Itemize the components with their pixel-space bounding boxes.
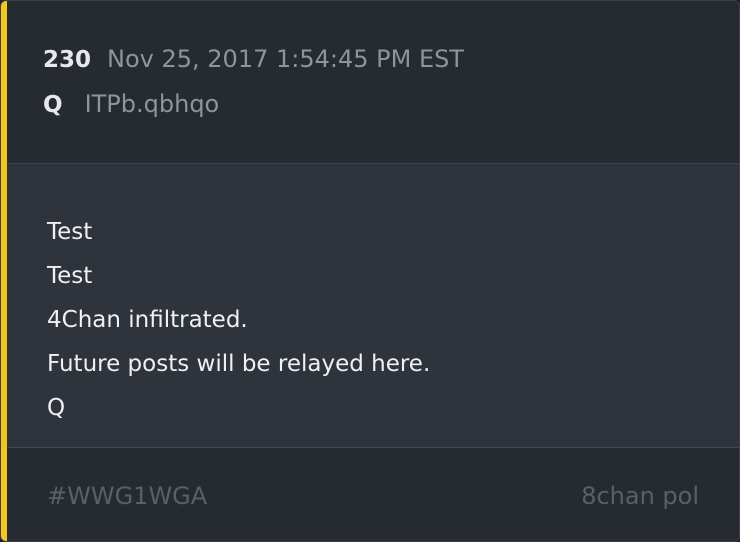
post-header: 230 Nov 25, 2017 1:54:45 PM EST Q ITPb.q… — [7, 1, 739, 164]
post-line: Future posts will be relayed here. — [47, 351, 431, 377]
tripcode: ITPb.qbhqo — [84, 90, 220, 118]
post-card: 230 Nov 25, 2017 1:54:45 PM EST Q ITPb.q… — [0, 0, 740, 542]
author-name: Q — [43, 92, 63, 118]
source-board: 8chan pol — [581, 482, 699, 510]
post-line: Test — [47, 219, 93, 245]
post-line: Test — [47, 263, 93, 289]
post-body: Test Test 4Chan infiltrated. Future post… — [7, 164, 739, 448]
accent-bar — [1, 1, 7, 541]
post-number: 230 — [43, 47, 92, 73]
post-line: Q — [47, 395, 66, 421]
post-timestamp: Nov 25, 2017 1:54:45 PM EST — [107, 45, 465, 73]
hashtag: #WWG1WGA — [47, 482, 208, 510]
post-text: Test Test 4Chan infiltrated. Future post… — [47, 210, 430, 430]
post-line: 4Chan infiltrated. — [47, 307, 248, 333]
post-meta-row: 230 Nov 25, 2017 1:54:45 PM EST — [43, 45, 464, 73]
post-footer: #WWG1WGA 8chan pol — [7, 448, 739, 541]
author-row: Q ITPb.qbhqo — [43, 90, 219, 118]
